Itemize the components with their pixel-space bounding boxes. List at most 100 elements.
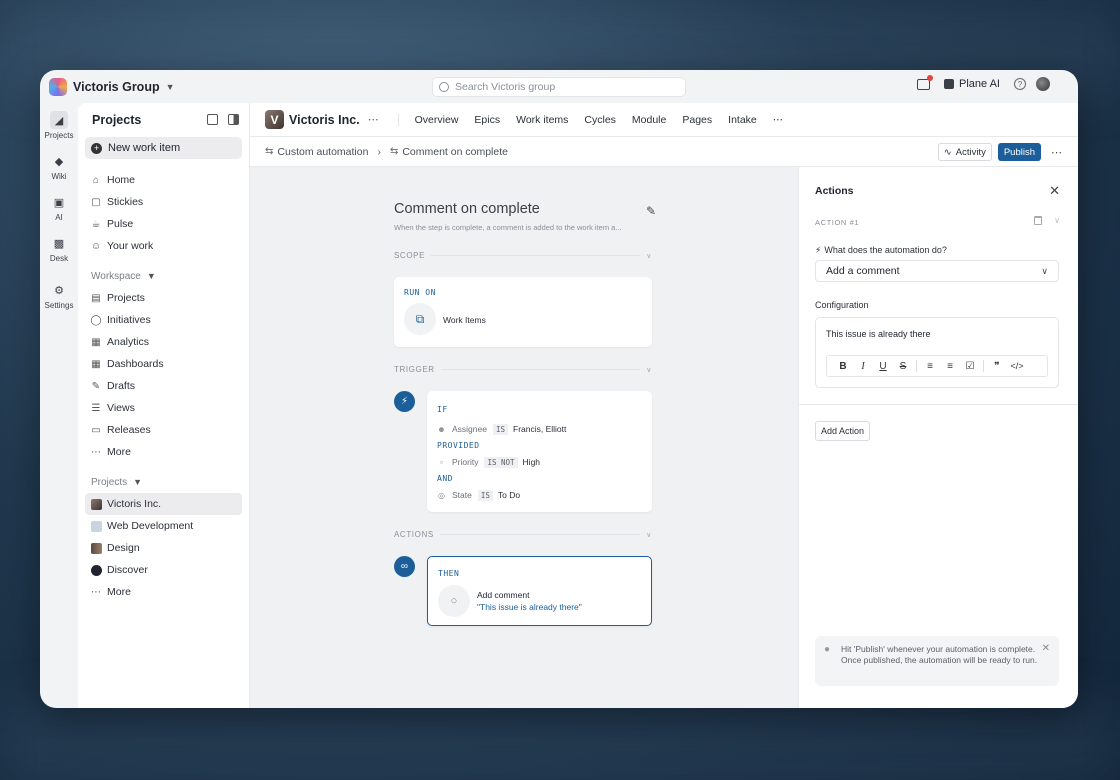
workspace-name[interactable]: Victoris Group	[73, 80, 160, 94]
sidebar-toggle-icon[interactable]	[228, 114, 239, 125]
sidebar-item-dashboards[interactable]: ▦ Dashboards	[85, 353, 242, 375]
trigger-section-header[interactable]: TRIGGER ∨	[394, 365, 652, 374]
action-card[interactable]: THEN ○ Add comment "This issue is alread…	[427, 556, 652, 626]
sidebar-item-label: More	[107, 446, 131, 458]
inbox-icon[interactable]	[917, 74, 934, 90]
tab-module[interactable]: Module	[624, 114, 674, 126]
automation-description: When the step is complete, a comment is …	[394, 223, 622, 232]
comment-editor[interactable]: This issue is already there B I U S ≡ ≡ …	[815, 317, 1059, 388]
projects-section-label[interactable]: Projects ▼	[78, 471, 249, 493]
chevron-down-icon[interactable]: ∨	[1054, 216, 1060, 225]
quote-icon[interactable]: ❞	[987, 361, 1007, 372]
rail-item-ai[interactable]: ▣ AI	[40, 193, 78, 223]
trigger-card[interactable]: IF ☻ Assignee IS Francis, Elliott PROVID…	[427, 391, 652, 512]
close-icon[interactable]: ✕	[1049, 183, 1060, 199]
help-icon[interactable]: ?	[1014, 78, 1026, 90]
breadcrumb-parent[interactable]: Custom automation	[277, 146, 368, 158]
sidebar-item-releases[interactable]: ▭ Releases	[85, 419, 242, 441]
sidebar-item-home[interactable]: ⌂ Home	[85, 169, 242, 191]
workspace-logo[interactable]	[49, 77, 67, 96]
action-value: "This issue is already there"	[477, 602, 582, 612]
sidebar-item-label: Stickies	[107, 196, 144, 208]
tab-overview[interactable]: Overview	[407, 114, 467, 126]
condition-operator: IS	[492, 423, 508, 435]
scope-card[interactable]: RUN ON ⧉ Work Items	[394, 277, 652, 347]
activity-icon: ∿	[943, 146, 952, 158]
sidebar-item-views[interactable]: ☰ Views	[85, 397, 242, 419]
and-keyword: AND	[437, 474, 453, 483]
tab-cycles[interactable]: Cycles	[576, 114, 624, 126]
chevron-down-icon[interactable]: ▼	[166, 82, 175, 92]
app-window: Victoris Group ▼ Search Victoris group P…	[40, 70, 1078, 708]
tab-work-items[interactable]: Work items	[508, 114, 576, 126]
sidebar-item-more-projects[interactable]: ⋯ More	[85, 581, 242, 603]
divider	[799, 404, 1078, 405]
ai-icon: ▣	[53, 196, 65, 209]
filter-icon[interactable]	[207, 114, 218, 125]
wiki-icon: ◆	[54, 155, 64, 168]
sidebar-item-victoris-inc[interactable]: Victoris Inc.	[85, 493, 242, 515]
code-icon[interactable]: </>	[1007, 361, 1027, 371]
add-action-button[interactable]: Add Action	[815, 421, 871, 441]
sidebar-item-design[interactable]: Design	[85, 537, 242, 559]
more-tabs-icon[interactable]: ⋯	[765, 114, 792, 126]
top-bar: Victoris Group ▼ Search Victoris group P…	[40, 70, 1078, 103]
more-options-icon[interactable]: ⋯	[1051, 146, 1062, 159]
condition-field: Priority	[452, 457, 479, 467]
rail-item-projects[interactable]: ◢ Projects	[40, 111, 78, 140]
rail-item-desk[interactable]: ▩ Desk	[40, 234, 78, 264]
automation-icon: ⇆	[389, 146, 399, 157]
underline-icon[interactable]: U	[873, 361, 893, 372]
tab-epics[interactable]: Epics	[466, 114, 508, 126]
italic-icon[interactable]: I	[853, 361, 873, 372]
tab-intake[interactable]: Intake	[720, 114, 765, 126]
sidebar-item-your-work[interactable]: ☺ Your work	[85, 235, 242, 257]
scope-section-header[interactable]: SCOPE ∨	[394, 251, 652, 260]
sidebar-item-initiatives[interactable]: ◯ Initiatives	[85, 309, 242, 331]
action-number: ACTION #1	[815, 218, 860, 227]
close-icon[interactable]: ✕	[1042, 643, 1050, 654]
edit-icon[interactable]: ✎	[646, 204, 656, 218]
chevron-down-icon: ∨	[646, 531, 652, 539]
sidebar-item-web-development[interactable]: Web Development	[85, 515, 242, 537]
new-work-item-label: New work item	[108, 142, 181, 154]
publish-hint: ● Hit 'Publish' whenever your automation…	[815, 636, 1059, 686]
workspace-section-label[interactable]: Workspace ▼	[78, 265, 249, 287]
action-question-label: What does the automation do?	[824, 245, 947, 255]
activity-button[interactable]: ∿ Activity	[937, 143, 992, 161]
actions-section-header[interactable]: ACTIONS ∨	[394, 530, 652, 539]
plane-ai-button[interactable]: Plane AI	[940, 76, 1004, 92]
sidebar-item-more[interactable]: ⋯ More	[85, 441, 242, 463]
trash-icon[interactable]	[1034, 216, 1042, 225]
rail-label: Wiki	[51, 172, 67, 181]
lightning-icon: ⚡	[394, 391, 415, 412]
content-area: V Victoris Inc. ⋯ Overview Epics Work it…	[250, 103, 1078, 708]
lightbulb-icon: ◯	[90, 314, 102, 326]
bold-icon[interactable]: B	[833, 361, 853, 372]
project-options-icon[interactable]: ⋯	[368, 113, 380, 126]
project-name[interactable]: Victoris Inc.	[289, 113, 360, 127]
sidebar-item-drafts[interactable]: ✎ Drafts	[85, 375, 242, 397]
rail-item-settings[interactable]: ⚙ Settings	[40, 281, 78, 311]
more-icon: ⋯	[91, 586, 101, 598]
layers-icon: ☰	[91, 402, 101, 414]
comment-editor-text[interactable]: This issue is already there	[826, 329, 931, 339]
sidebar-item-stickies[interactable]: ▢ Stickies	[85, 191, 242, 213]
bullet-list-icon[interactable]: ≡	[920, 361, 940, 372]
strikethrough-icon[interactable]: S	[893, 361, 913, 372]
action-type-select[interactable]: Add a comment ∨	[815, 260, 1059, 282]
new-work-item-button[interactable]: + New work item	[85, 137, 242, 159]
rail-item-wiki[interactable]: ◆ Wiki	[40, 152, 78, 182]
tab-pages[interactable]: Pages	[674, 114, 720, 126]
avatar[interactable]	[1036, 77, 1050, 91]
checklist-icon[interactable]: ☑	[960, 361, 980, 372]
sidebar-item-analytics[interactable]: ▦ Analytics	[85, 331, 242, 353]
numbered-list-icon[interactable]: ≡	[940, 361, 960, 372]
publish-button[interactable]: Publish	[997, 143, 1041, 161]
sidebar-item-discover[interactable]: Discover	[85, 559, 242, 581]
sidebar-item-label: Dashboards	[107, 358, 164, 370]
sidebar-item-pulse[interactable]: ☕ Pulse	[85, 213, 242, 235]
sidebar-item-label: Analytics	[107, 336, 150, 348]
sidebar-item-projects[interactable]: ▤ Projects	[85, 287, 242, 309]
search-input[interactable]: Search Victoris group	[432, 77, 686, 97]
